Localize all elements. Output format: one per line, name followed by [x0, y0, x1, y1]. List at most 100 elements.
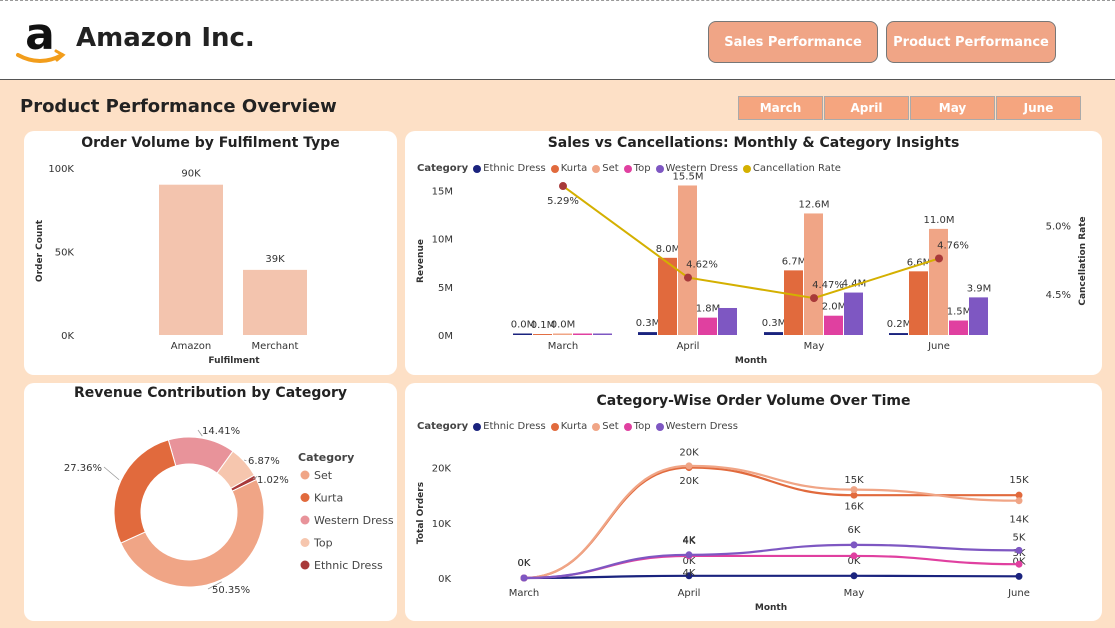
filter-may-button[interactable]: May: [910, 96, 995, 120]
x-axis-label: Month: [755, 603, 787, 613]
point-set: [1015, 497, 1023, 505]
product-performance-button[interactable]: Product Performance: [886, 21, 1056, 63]
filter-march-button[interactable]: March: [738, 96, 823, 120]
bar-data-label: 15.5M: [673, 171, 704, 182]
legend-item-western-dress: Western Dress: [314, 514, 394, 527]
bar-data-label: 1.8M: [696, 304, 721, 315]
line-top: [523, 554, 1020, 580]
y2-tick-label: 4.5%: [1046, 290, 1071, 301]
legend-dot: [300, 493, 310, 502]
revenue-donut-chart: 50.35% 27.36% 14.41% 6.87% 1.02% Category Set K…: [64, 426, 394, 596]
fulfilment-bar-chart: 0K 50K 100K Order Count 90K Amazon 39K Merchant…: [35, 164, 307, 366]
legend-title: Category: [298, 451, 354, 464]
cancellation-rate-point: [559, 182, 567, 191]
legend-dot: [300, 470, 310, 480]
amazon-logo-icon: a: [16, 11, 66, 63]
x-tick-label: April: [678, 588, 701, 599]
cancellation-rate-label: 4.62%: [686, 260, 718, 271]
bar-ethnic-dress-april: [638, 332, 657, 335]
cancellation-rate-label: 4.47%: [812, 280, 844, 291]
bar-data-label: 12.6M: [799, 199, 830, 210]
cancellation-rate-point: [935, 254, 943, 263]
x-tick-label: June: [1007, 588, 1030, 599]
y2-axis-label: Cancellation Rate: [1078, 216, 1088, 305]
bar-data-label: 0.3M: [636, 318, 661, 329]
bar-ethnic-dress-march: [513, 333, 532, 335]
x-tick-label: March: [509, 588, 539, 599]
donut-leader-line: [243, 459, 247, 462]
y-tick-label: 20K: [432, 464, 452, 475]
line-data-label: 15K: [844, 475, 864, 486]
point-western-dress: [1015, 546, 1023, 554]
bar-data-label: 1.5M: [947, 307, 972, 318]
filter-april-button[interactable]: April: [824, 96, 909, 120]
x-tick-label: May: [844, 588, 865, 599]
line-data-label: 5K: [1013, 532, 1026, 543]
y-tick-label: 10K: [432, 519, 452, 530]
donut-data-label: 1.02%: [257, 475, 289, 486]
y-tick-label: 5M: [438, 283, 453, 294]
line-data-label: 0K: [518, 558, 531, 569]
x-tick-label: April: [677, 341, 700, 352]
donut-data-label: 14.41%: [202, 426, 240, 437]
top-bar: a Amazon Inc. Sales Performance Product …: [0, 0, 1115, 80]
point-western-dress: [850, 541, 858, 549]
line-data-label: 16K: [844, 502, 864, 513]
cancellation-rate-line: [562, 185, 940, 300]
cancellation-rate-point: [810, 294, 818, 303]
bar-western-dress-june: [969, 297, 988, 335]
bar-data-label: 0.2M: [887, 319, 912, 330]
line-data-label: 4K: [683, 568, 696, 579]
y-tick-label: 100K: [48, 164, 74, 175]
line-ethnic-dress: [523, 574, 1020, 580]
x-tick-label: March: [548, 341, 578, 352]
y-tick-label: 0K: [438, 574, 451, 585]
y-tick-label: 50K: [55, 248, 75, 259]
bar-top-june: [949, 320, 968, 335]
bar-data-label: 90K: [181, 169, 201, 180]
y-tick-label: 0K: [61, 331, 74, 342]
line-data-label: 15K: [1009, 475, 1029, 486]
filter-june-button[interactable]: June: [996, 96, 1081, 120]
bar-amazon: [159, 184, 223, 335]
bar-data-label: 0.0M: [551, 320, 576, 331]
y-tick-label: 0M: [438, 331, 453, 342]
sales-cancellation-chart: 0M 5M 10M 15M Revenue 4.5% 5.0% Cancellation Ra…: [416, 171, 1088, 366]
legend-dot: [300, 560, 310, 570]
y-axis-label: Revenue: [416, 239, 426, 283]
bar-top-march: [573, 333, 592, 335]
sales-performance-button[interactable]: Sales Performance: [708, 21, 878, 63]
point-western-dress: [685, 551, 693, 559]
bar-set-march: [553, 333, 572, 335]
y-tick-label: 10M: [432, 235, 453, 246]
legend-item-ethnic-dress: Ethnic Dress: [314, 559, 383, 572]
bar-merchant: [243, 269, 307, 335]
point-top: [1015, 560, 1023, 568]
sales-cancellation-chart-card: Sales vs Cancellations: Monthly & Catego…: [405, 131, 1102, 375]
bar-top-april: [698, 317, 717, 335]
order-volume-time-card: Category-Wise Order Volume Over Time Cat…: [405, 383, 1102, 621]
revenue-contribution-card: Revenue Contribution by Category 50.35% 2…: [24, 383, 397, 621]
legend-item-kurta: Kurta: [314, 492, 343, 505]
point-ethnic-dress: [850, 572, 858, 580]
donut-data-label: 50.35%: [212, 585, 250, 596]
bar-kurta-june: [909, 271, 928, 335]
bar-western-dress-april: [718, 307, 737, 335]
donut-slice-kurta: [113, 439, 177, 544]
cancellation-rate-label: 5.29%: [547, 196, 579, 207]
fulfilment-chart-card: Order Volume by Fulfilment Type 0K 50K 100…: [24, 131, 397, 375]
bar-kurta-march: [533, 334, 552, 335]
legend-dot: [300, 538, 310, 547]
x-tick-label: Merchant: [252, 341, 299, 352]
bar-set-may: [804, 213, 823, 335]
donut-data-label: 27.36%: [64, 463, 102, 474]
x-tick-label: May: [804, 341, 825, 352]
y-axis-label: Order Count: [35, 219, 45, 282]
bar-data-label: 11.0M: [924, 215, 955, 226]
order-volume-line-chart: 0K 10K 20K Total Orders March April May June Mon…: [416, 448, 1030, 613]
line-data-label: 4K: [683, 535, 696, 546]
x-tick-label: June: [927, 341, 950, 352]
x-tick-label: Amazon: [171, 341, 211, 352]
point-western-dress: [520, 574, 528, 582]
bar-data-label: 39K: [265, 254, 285, 265]
